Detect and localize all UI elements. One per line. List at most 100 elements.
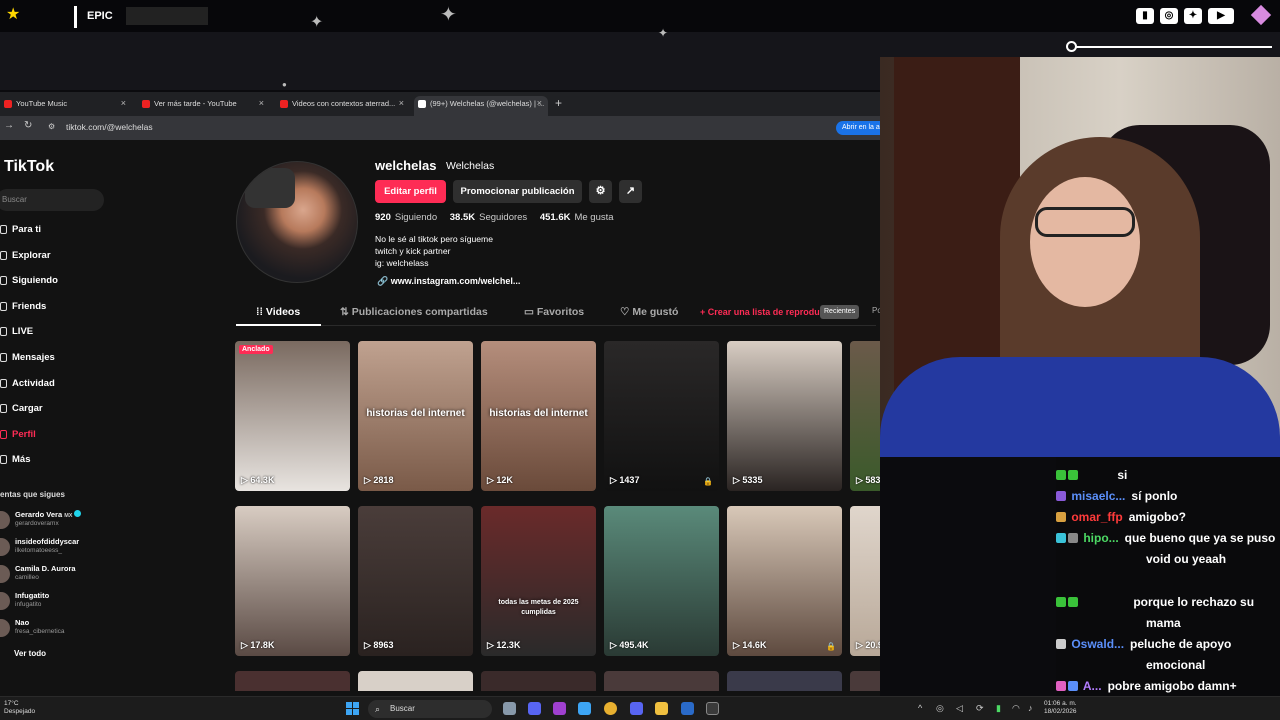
chat-username[interactable]: A...	[1083, 679, 1102, 693]
sidebar-item-actividad[interactable]: Actividad	[0, 376, 110, 402]
task-view-icon[interactable]	[503, 702, 516, 715]
video-thumbnail[interactable]	[850, 671, 880, 691]
video-thumbnail[interactable]: ▷ 17.8K	[235, 506, 350, 656]
video-thumbnail[interactable]: Anclado ▷ 64.3K	[235, 341, 350, 491]
new-tab-button[interactable]: +	[555, 96, 562, 110]
tray-icon[interactable]: ▮	[996, 703, 1001, 714]
video-thumbnail[interactable]	[481, 671, 596, 691]
forward-icon[interactable]: →	[4, 120, 14, 131]
following-account[interactable]: Infugatito infugatito	[0, 590, 110, 616]
sort-popular-button[interactable]: Po	[872, 306, 880, 315]
tab-shared[interactable]: ⇅ Publicaciones compartidas	[340, 306, 488, 318]
following-label[interactable]: Siguiendo	[395, 212, 437, 223]
sidebar-item-para-ti[interactable]: Para ti	[0, 222, 110, 248]
close-icon[interactable]: ×	[121, 96, 126, 111]
site-info-icon[interactable]: ⚙	[48, 122, 55, 131]
volume-icon[interactable]: ♪	[1028, 703, 1033, 713]
view-count: ▷ 5335	[733, 475, 763, 485]
chat-username[interactable]: omar_ffp	[1071, 510, 1122, 524]
open-in-app-button[interactable]: Abrir en la app	[836, 121, 880, 135]
sidebar-item-mas[interactable]: Más	[0, 452, 110, 478]
weather-widget[interactable]: 17°C Despejado	[4, 700, 35, 716]
profile-avatar[interactable]	[236, 161, 358, 283]
video-thumbnail[interactable]: ▷ 14.6K 🔒	[727, 506, 842, 656]
video-thumbnail[interactable]	[235, 671, 350, 691]
close-icon[interactable]: ×	[399, 96, 404, 111]
chat-username[interactable]: misaelc...	[1071, 489, 1125, 503]
webcam-feed	[880, 57, 1280, 457]
video-thumbnail[interactable]	[604, 671, 719, 691]
app-icon[interactable]	[681, 702, 694, 715]
folder-icon[interactable]	[655, 702, 668, 715]
video-thumbnail[interactable]	[358, 671, 473, 691]
close-icon[interactable]: ×	[537, 96, 542, 111]
browser-tab[interactable]: Ver más tarde - YouTube ×	[138, 96, 270, 116]
app-icon[interactable]	[706, 702, 719, 715]
video-thumbnail[interactable]	[727, 671, 842, 691]
chat-username[interactable]: Oswald...	[1071, 637, 1124, 651]
promote-post-button[interactable]: Promocionar publicación	[453, 180, 582, 203]
windows-start-icon[interactable]	[346, 702, 359, 715]
taskbar-search[interactable]: ⌕ Buscar	[368, 700, 492, 718]
tab-videos[interactable]: ⁞⁞ Videos	[256, 306, 300, 318]
tray-icon[interactable]: ⟳	[976, 703, 984, 714]
sidebar-item-siguiendo[interactable]: Siguiendo	[0, 273, 110, 299]
account-handle: fresa_cibernetica	[15, 628, 65, 635]
video-thumbnail[interactable]: ▷ 5839	[850, 341, 880, 491]
badge-icon	[1056, 597, 1066, 607]
tab-liked[interactable]: ♡ Me gustó	[620, 306, 678, 318]
following-account[interactable]: insideofdiddyscar ilketomatoeess_	[0, 536, 110, 562]
sidebar-item-cargar[interactable]: Cargar	[0, 401, 110, 427]
chevron-up-icon[interactable]: ^	[918, 703, 922, 713]
reload-icon[interactable]: ↻	[24, 120, 32, 131]
chat-message: A... pobre amigobo damn+	[1056, 676, 1280, 697]
edit-profile-button[interactable]: Editar perfil	[375, 180, 446, 203]
search-input[interactable]: Buscar	[0, 189, 104, 211]
sort-recent-button[interactable]: Recientes	[820, 305, 860, 319]
video-thumbnail[interactable]: ▷ 20.9K	[850, 506, 880, 656]
address-bar: → ↻ ⚙ tiktok.com/@welchelas Abrir en la …	[0, 116, 880, 140]
wifi-icon[interactable]: ◠	[1012, 703, 1020, 714]
browser-tab[interactable]: YouTube Music ×	[0, 96, 132, 116]
profile-link[interactable]: 🔗 www.instagram.com/welchel...	[377, 276, 520, 287]
bookmark-icon: ▭	[524, 306, 537, 318]
sidebar-item-friends[interactable]: Friends	[0, 299, 110, 325]
following-account[interactable]: Nao fresa_cibernetica	[0, 617, 110, 643]
url-field[interactable]: tiktok.com/@welchelas	[66, 122, 153, 132]
sidebar-item-perfil[interactable]: Perfil	[0, 427, 110, 453]
youtube-icon	[280, 100, 288, 108]
star-icon: ★	[6, 6, 21, 23]
app-icon[interactable]	[578, 702, 591, 715]
chrome-icon[interactable]	[604, 702, 617, 715]
tiktok-logo[interactable]: TikTok	[4, 158, 54, 176]
taskbar-clock[interactable]: 01:06 a. m. 18/02/2026	[1044, 700, 1077, 716]
discord-icon[interactable]	[630, 702, 643, 715]
sidebar-item-explorar[interactable]: Explorar	[0, 248, 110, 274]
chat-username[interactable]: hipo...	[1083, 531, 1118, 545]
tray-icon[interactable]: ◎	[936, 703, 944, 714]
video-thumbnail[interactable]: ▷ 1437 🔒	[604, 341, 719, 491]
browser-tab-active[interactable]: (99+) Welchelas (@welchelas) | ... ×	[414, 96, 548, 116]
discord-icon[interactable]	[528, 702, 541, 715]
tray-icon[interactable]: ◁	[956, 703, 963, 714]
sidebar-item-live[interactable]: LIVE	[0, 324, 110, 350]
view-count: ▷ 5839	[856, 475, 880, 485]
video-thumbnail[interactable]: todas las metas de 2025 cumplidas ▷ 12.3K	[481, 506, 596, 656]
close-icon[interactable]: ×	[259, 96, 264, 111]
video-thumbnail[interactable]: ▷ 495.4K	[604, 506, 719, 656]
video-thumbnail[interactable]: historias del internet ▷ 2818	[358, 341, 473, 491]
video-thumbnail[interactable]: ▷ 5335	[727, 341, 842, 491]
sidebar-item-mensajes[interactable]: Mensajes	[0, 350, 110, 376]
following-account[interactable]: Camila D. Aurora camilleo	[0, 563, 110, 589]
share-icon[interactable]: ↗	[619, 180, 642, 203]
see-all-link[interactable]: Ver todo	[14, 649, 46, 658]
app-icon[interactable]	[553, 702, 566, 715]
following-account[interactable]: Gerardo Vera MX gerardoveramx	[0, 509, 110, 535]
tab-favorites[interactable]: ▭ Favoritos	[524, 306, 584, 318]
followers-label[interactable]: Seguidores	[479, 212, 527, 223]
browser-tab[interactable]: Videos con contextos aterrad... ×	[276, 96, 410, 116]
chat-text: pobre amigobo damn+	[1107, 679, 1237, 693]
settings-icon[interactable]: ⚙	[589, 180, 612, 203]
video-thumbnail[interactable]: historias del internet ▷ 12K	[481, 341, 596, 491]
video-thumbnail[interactable]: ▷ 8963	[358, 506, 473, 656]
